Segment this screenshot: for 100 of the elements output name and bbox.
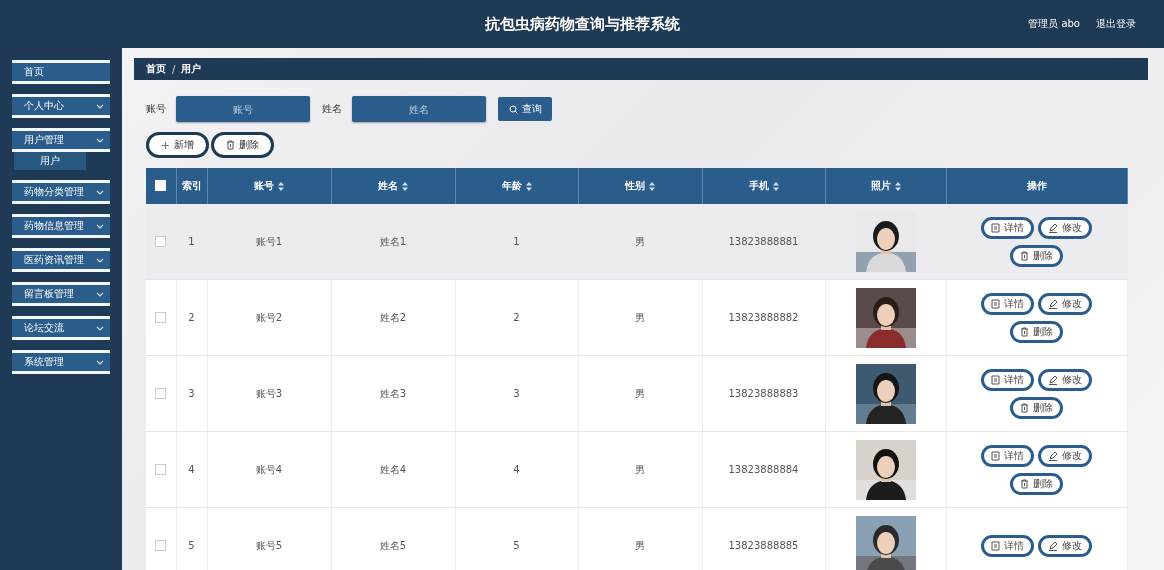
column-header[interactable]: 年龄 — [455, 168, 578, 204]
table-cell: 账号2 — [207, 279, 331, 356]
document-icon — [991, 222, 1000, 233]
app-title: 抗包虫病药物查询与推荐系统 — [484, 14, 680, 34]
table-cell: 13823888885 — [702, 507, 825, 570]
edit-button[interactable]: 修改 — [1038, 444, 1092, 467]
table-cell: 账号5 — [207, 507, 331, 570]
chevron-down-icon — [96, 359, 104, 365]
plus-icon — [161, 140, 170, 150]
table-cell: 5 — [455, 507, 578, 570]
table-cell: 男 — [578, 431, 702, 508]
add-button[interactable]: 新增 — [146, 132, 209, 158]
search-icon — [508, 104, 518, 114]
table-cell: 3 — [176, 355, 207, 432]
table-cell: 账号3 — [207, 355, 331, 432]
table-cell: 姓名4 — [331, 431, 455, 508]
pencil-icon — [1048, 540, 1058, 551]
chevron-down-icon — [96, 137, 104, 143]
detail-button[interactable]: 详情 — [981, 292, 1034, 315]
row-checkbox[interactable] — [155, 464, 167, 476]
column-header[interactable]: 照片 — [825, 168, 946, 204]
table-cell: 3 — [455, 355, 578, 432]
edit-button[interactable]: 修改 — [1038, 216, 1092, 239]
pencil-icon — [1048, 450, 1058, 461]
document-icon — [991, 450, 1000, 461]
table-cell: 姓名1 — [331, 204, 455, 280]
edit-button[interactable]: 修改 — [1038, 292, 1092, 315]
table-cell: 13823888881 — [702, 204, 825, 280]
detail-button[interactable]: 详情 — [981, 534, 1034, 557]
pencil-icon — [1048, 374, 1058, 385]
table-cell: 姓名5 — [331, 507, 455, 570]
trash-icon — [1020, 478, 1029, 489]
sidebar-item[interactable]: 论坛交流 — [12, 316, 110, 340]
logout-link[interactable]: 退出登录 — [1096, 17, 1136, 31]
table-cell: 13823888884 — [702, 431, 825, 508]
sidebar-item[interactable]: 医药资讯管理 — [12, 248, 110, 272]
edit-button[interactable]: 修改 — [1038, 534, 1092, 557]
sidebar-item[interactable]: 药物分类管理 — [12, 180, 110, 204]
edit-button[interactable]: 修改 — [1038, 368, 1092, 391]
detail-button[interactable]: 详情 — [981, 444, 1034, 467]
table-cell: 账号1 — [207, 204, 331, 280]
sidebar-item[interactable]: 留言板管理 — [12, 282, 110, 306]
sidebar-item[interactable]: 首页 — [12, 60, 110, 84]
breadcrumb-item[interactable]: 首页 — [146, 62, 166, 76]
sidebar-item[interactable]: 系统管理 — [12, 350, 110, 374]
delete-button[interactable]: 删除 — [1010, 472, 1063, 495]
table-cell: 1 — [455, 204, 578, 280]
chevron-down-icon — [96, 257, 104, 263]
document-icon — [991, 298, 1000, 309]
table-cell: 2 — [455, 279, 578, 356]
select-all-checkbox[interactable] — [155, 179, 167, 191]
sidebar-subitem[interactable]: 用户 — [14, 152, 86, 170]
column-header: 操作 — [946, 168, 1127, 204]
sort-icon — [894, 181, 901, 191]
sort-icon — [649, 181, 655, 191]
search-button[interactable]: 查询 — [498, 97, 552, 121]
search-field[interactable]: 姓名 — [352, 96, 486, 122]
chevron-down-icon — [96, 103, 104, 109]
table-cell: 1 — [176, 204, 207, 280]
table-cell: 13823888882 — [702, 279, 825, 356]
trash-icon — [226, 140, 235, 150]
table-cell: 姓名2 — [331, 279, 455, 356]
detail-button[interactable]: 详情 — [981, 216, 1034, 239]
table-cell: 男 — [578, 204, 702, 280]
column-header[interactable]: 姓名 — [331, 168, 455, 204]
breadcrumb-item[interactable]: 用户 — [181, 62, 202, 76]
trash-icon — [1020, 326, 1029, 337]
delete-button[interactable]: 删除 — [1010, 320, 1063, 343]
table-cell: 男 — [578, 507, 702, 570]
user-name: 管理员 abo — [1028, 17, 1080, 31]
pencil-icon — [1048, 222, 1058, 233]
trash-icon — [1020, 402, 1029, 413]
column-header[interactable]: 账号 — [207, 168, 331, 204]
column-header[interactable]: 性别 — [578, 168, 702, 204]
sidebar-item[interactable]: 个人中心 — [12, 94, 110, 118]
field-label: 姓名 — [322, 102, 342, 116]
sort-icon — [525, 181, 532, 191]
detail-button[interactable]: 详情 — [981, 368, 1034, 391]
table-cell: 姓名3 — [331, 355, 455, 432]
column-header: 索引 — [176, 168, 207, 204]
search-field[interactable]: 账号 — [176, 96, 310, 122]
row-checkbox[interactable] — [155, 540, 167, 552]
chevron-down-icon — [96, 189, 104, 195]
sort-icon — [772, 181, 779, 191]
column-header[interactable]: 手机 — [702, 168, 825, 204]
table-cell: 男 — [578, 355, 702, 432]
sidebar-item[interactable]: 用户管理 — [12, 128, 110, 152]
row-checkbox[interactable] — [155, 388, 167, 400]
chevron-down-icon — [96, 223, 104, 229]
delete-button[interactable]: 删除 — [1010, 244, 1063, 267]
table-cell: 4 — [455, 431, 578, 508]
field-label: 账号 — [146, 102, 166, 116]
row-checkbox[interactable] — [155, 236, 167, 248]
table-cell: 5 — [176, 507, 207, 570]
delete-button[interactable]: 删除 — [211, 132, 274, 158]
breadcrumb-separator: / — [172, 63, 176, 75]
sort-icon — [278, 181, 284, 191]
row-checkbox[interactable] — [155, 312, 167, 324]
sidebar-item[interactable]: 药物信息管理 — [12, 214, 110, 238]
delete-button[interactable]: 删除 — [1010, 396, 1063, 419]
